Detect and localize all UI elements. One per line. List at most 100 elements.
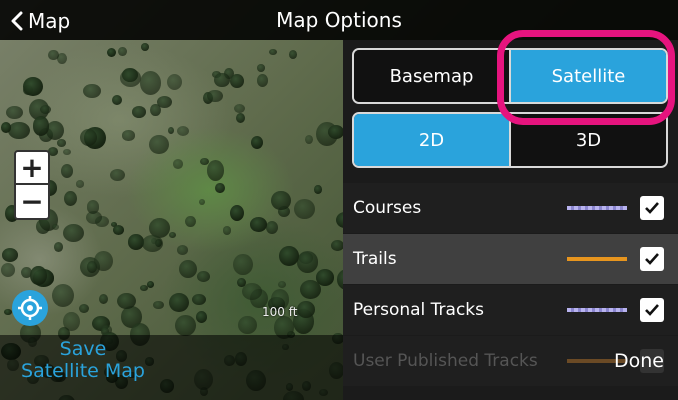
tree-canopy [53, 241, 64, 253]
tree-canopy [233, 254, 253, 276]
tree-canopy [110, 168, 125, 181]
tree-canopy [175, 314, 196, 336]
tree-canopy [238, 315, 257, 334]
layer-row-personal-tracks[interactable]: Personal Tracks [343, 285, 678, 335]
tree-canopy [6, 105, 23, 119]
tree-canopy [83, 83, 101, 98]
tree-canopy [52, 283, 75, 307]
tree-canopy [257, 64, 266, 72]
crosshair-icon [18, 296, 42, 320]
tree-canopy [167, 73, 183, 90]
save-satellite-map-button[interactable]: Save Satellite Map [8, 338, 158, 382]
tree-canopy [86, 261, 97, 273]
layer-label: Courses [353, 198, 422, 218]
tree-canopy [304, 135, 313, 145]
tree-canopy [63, 149, 71, 156]
layer-line-swatch [567, 257, 627, 261]
tree-canopy [179, 259, 198, 278]
tree-canopy [241, 282, 263, 301]
tree-canopy [293, 198, 315, 220]
tree-canopy [22, 76, 43, 97]
tree-canopy [30, 266, 47, 286]
tree-canopy [64, 190, 78, 207]
tree-canopy [118, 46, 127, 56]
tree-canopy [215, 182, 226, 194]
tree-canopy [119, 69, 141, 88]
tree-canopy [1, 263, 16, 277]
tree-canopy [86, 200, 100, 214]
checkmark-icon [645, 202, 659, 214]
tree-canopy [330, 239, 344, 251]
tree-canopy [177, 244, 189, 255]
layer-checkbox[interactable] [640, 247, 664, 271]
tree-canopy [289, 50, 298, 60]
tree-canopy [62, 311, 80, 332]
tree-canopy [112, 224, 125, 236]
tree-canopy [48, 49, 59, 61]
tree-canopy [173, 159, 184, 169]
layer-line-swatch [567, 308, 627, 312]
tree-canopy [168, 231, 176, 238]
tree-canopy [269, 48, 278, 56]
highlight-annotation-ring [497, 30, 675, 125]
tree-canopy [250, 136, 263, 150]
tree-canopy [199, 198, 206, 205]
tree-canopy [297, 301, 315, 318]
tree-canopy [167, 126, 175, 135]
tree-canopy [233, 103, 246, 114]
tree-canopy [191, 294, 206, 306]
tree-canopy [296, 251, 319, 273]
layer-checkbox[interactable] [640, 298, 664, 322]
layer-label: User Published Tracks [353, 351, 538, 371]
tree-canopy [39, 104, 51, 114]
save-label-line2: Satellite Map [21, 360, 145, 382]
basemap-button[interactable]: Basemap [354, 50, 511, 102]
tree-canopy [314, 185, 322, 194]
tree-canopy [79, 128, 97, 146]
layer-row-courses[interactable]: Courses [343, 183, 678, 233]
save-label-line1: Save [59, 338, 107, 360]
tree-canopy [7, 121, 30, 140]
locate-button[interactable] [12, 290, 48, 326]
page-title: Map Options [276, 8, 402, 32]
tree-canopy [257, 74, 268, 88]
tree-canopy [316, 269, 334, 286]
tree-canopy [117, 293, 136, 310]
tree-canopy [63, 223, 84, 242]
tree-canopy [140, 43, 149, 51]
tree-canopy [1, 247, 19, 262]
tree-canopy [195, 310, 208, 324]
tree-canopy [214, 72, 230, 88]
view-2d-button[interactable]: 2D [354, 114, 511, 166]
layer-row-trails[interactable]: Trails [343, 234, 678, 284]
tree-canopy [99, 293, 109, 304]
tree-canopy [4, 308, 12, 316]
layer-label: Trails [353, 249, 397, 269]
tree-canopy [196, 271, 210, 282]
map-scale-label: 100 ft [262, 305, 298, 319]
tree-canopy [132, 106, 147, 118]
zoom-in-button[interactable]: + [16, 152, 48, 185]
tree-canopy [250, 217, 268, 232]
tree-canopy [277, 280, 287, 289]
tree-canopy [185, 215, 196, 227]
tree-canopy [147, 281, 155, 289]
tree-canopy [235, 112, 246, 124]
checkmark-icon [645, 304, 659, 316]
tree-canopy [223, 226, 232, 235]
done-button[interactable]: Done [614, 350, 664, 372]
zoom-out-button[interactable]: − [16, 185, 48, 218]
tree-canopy [112, 95, 123, 106]
tree-canopy [52, 223, 60, 230]
tree-canopy [176, 125, 189, 136]
tree-canopy [153, 300, 164, 310]
tree-canopy [78, 303, 90, 314]
tree-canopy [266, 220, 279, 235]
layer-checkbox[interactable] [640, 196, 664, 220]
tree-canopy [1, 121, 12, 133]
tree-canopy [141, 235, 164, 253]
tree-canopy [150, 103, 161, 116]
tree-canopy [207, 160, 225, 181]
tree-canopy [75, 180, 84, 188]
tree-canopy [169, 293, 190, 313]
